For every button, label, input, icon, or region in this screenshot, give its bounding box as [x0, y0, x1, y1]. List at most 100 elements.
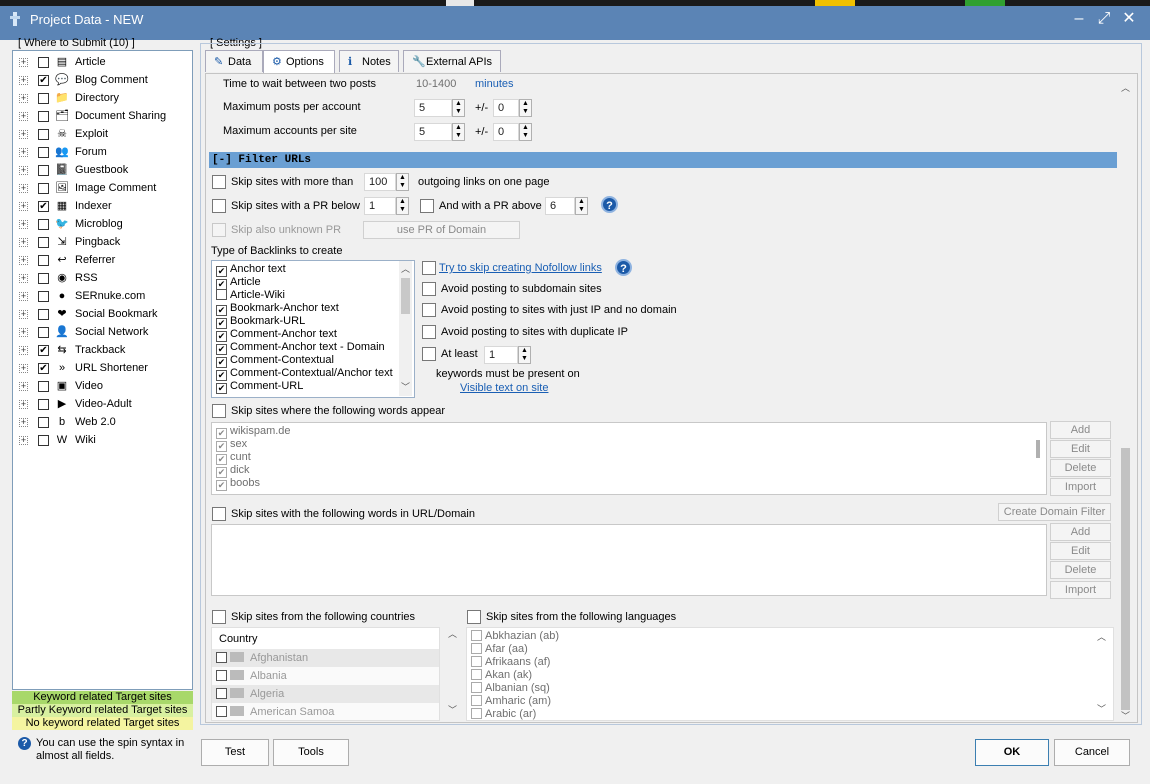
backlinks-list[interactable]: ✔ Anchor text ✔ Article Article-Wiki ✔ Bookmar… — [211, 260, 415, 398]
skip-pr-input[interactable]: 1 — [364, 197, 396, 215]
tree-item[interactable]: + 📁 Directory — [13, 90, 193, 108]
word-checkbox[interactable]: ✔ — [216, 480, 227, 491]
backlink-checkbox[interactable] — [216, 289, 227, 300]
language-item[interactable]: Afar (aa) — [471, 643, 528, 656]
expand-icon[interactable]: + — [19, 76, 28, 85]
tree-item-checkbox[interactable] — [38, 237, 49, 248]
backlink-item[interactable]: ✔ Bookmark-Anchor text — [216, 302, 339, 316]
tree-item-checkbox[interactable] — [38, 273, 49, 284]
skip-more-checkbox[interactable] — [212, 175, 226, 189]
language-item[interactable]: Abkhazian (ab) — [471, 630, 559, 643]
tree-item[interactable]: + ✔ ▦ Indexer — [13, 198, 193, 216]
country-checkbox[interactable] — [216, 688, 227, 699]
words-scroll-thumb[interactable] — [1036, 440, 1040, 458]
language-checkbox[interactable] — [471, 682, 482, 693]
country-checkbox[interactable] — [216, 652, 227, 663]
word-item[interactable]: ✔ dick — [216, 464, 250, 478]
expand-icon[interactable]: + — [19, 256, 28, 265]
tree-item-checkbox[interactable] — [38, 93, 49, 104]
country-column-header[interactable]: Country — [219, 633, 258, 645]
tree-item[interactable]: + b Web 2.0 — [13, 414, 193, 432]
tree-item[interactable]: + 📓 Guestbook — [13, 162, 193, 180]
wait-value[interactable]: 10-1400 — [416, 78, 456, 90]
expand-icon[interactable]: + — [19, 274, 28, 283]
options-scroll-thumb[interactable] — [1121, 448, 1130, 710]
skip-url-list[interactable] — [211, 524, 1047, 596]
create-domain-filter-button[interactable]: Create Domain Filter — [998, 503, 1111, 521]
word-item[interactable]: ✔ wikispam.de — [216, 425, 291, 439]
expand-icon[interactable]: + — [19, 292, 28, 301]
tree-item-checkbox[interactable] — [38, 111, 49, 122]
tree-item-checkbox[interactable] — [38, 309, 49, 320]
avoid-subdomain-checkbox[interactable] — [422, 282, 436, 296]
word-item[interactable]: ✔ sex — [216, 438, 247, 452]
tab-data[interactable]: ✎ Data — [205, 50, 263, 72]
countries-list[interactable]: Country Afghanistan Albania Algeria America… — [211, 627, 440, 721]
countries-scroll-up-icon[interactable]: ︿ — [446, 628, 459, 640]
tab-external-apis[interactable]: 🔧External APIs — [403, 50, 501, 72]
expand-icon[interactable]: + — [19, 112, 28, 121]
visible-text-link[interactable]: Visible text on site — [460, 382, 548, 394]
max-accounts-pm-input[interactable]: 0 — [493, 123, 519, 141]
tree-item[interactable]: + ▣ Video — [13, 378, 193, 396]
skip-url-checkbox[interactable] — [212, 507, 226, 521]
tree-item[interactable]: + ▤ Article — [13, 54, 193, 72]
word-item[interactable]: ✔ cunt — [216, 451, 251, 465]
tree-item[interactable]: + ✔ ⇆ Trackback — [13, 342, 193, 360]
nofollow-link[interactable]: Try to skip creating Nofollow links — [439, 262, 602, 274]
language-checkbox[interactable] — [471, 630, 482, 641]
word-item[interactable]: ✔ boobs — [216, 477, 260, 491]
tree-item[interactable]: + ☠ Exploit — [13, 126, 193, 144]
expand-icon[interactable]: + — [19, 310, 28, 319]
max-posts-spinner[interactable]: ▲ ▼ — [452, 99, 465, 117]
tree-item[interactable]: + ▶ Video-Adult — [13, 396, 193, 414]
tab-options[interactable]: ⚙ Options — [263, 50, 335, 73]
tree-item-checkbox[interactable] — [38, 165, 49, 176]
avoid-ip-checkbox[interactable] — [422, 303, 436, 317]
tree-item-checkbox[interactable] — [38, 219, 49, 230]
tools-button[interactable]: Tools — [273, 739, 349, 766]
skip-more-spinner[interactable]: ▲ ▼ — [396, 173, 409, 191]
skip-languages-checkbox[interactable] — [467, 610, 481, 624]
tree-item-checkbox[interactable] — [38, 183, 49, 194]
words-delete-button[interactable]: Delete — [1050, 459, 1111, 477]
tree-item-checkbox[interactable] — [38, 417, 49, 428]
backlink-item[interactable]: Article-Wiki — [216, 289, 285, 302]
backlink-item[interactable]: ✔ Anchor text — [216, 263, 286, 277]
tree-item-checkbox[interactable]: ✔ — [38, 363, 49, 374]
country-item[interactable]: Afghanistan — [212, 649, 439, 667]
expand-icon[interactable]: + — [19, 346, 28, 355]
skip-more-input[interactable]: 100 — [364, 173, 396, 191]
pr-above-spinner[interactable]: ▲ ▼ — [575, 197, 588, 215]
url-delete-button[interactable]: Delete — [1050, 561, 1111, 579]
language-item[interactable]: Amharic (am) — [471, 695, 551, 708]
language-checkbox[interactable] — [471, 695, 482, 706]
language-checkbox[interactable] — [471, 708, 482, 719]
skip-countries-checkbox[interactable] — [212, 610, 226, 624]
tree-item-checkbox[interactable] — [38, 57, 49, 68]
tree-item-checkbox[interactable] — [38, 399, 49, 410]
use-pr-of-domain-button[interactable]: use PR of Domain — [363, 221, 520, 239]
max-posts-input[interactable]: 5 — [414, 99, 452, 117]
max-posts-pm-input[interactable]: 0 — [493, 99, 519, 117]
backlink-item[interactable]: ✔ Comment-Contextual — [216, 354, 334, 368]
tree-item[interactable]: + ⇲ Pingback — [13, 234, 193, 252]
tree-item[interactable]: + 👤 Social Network — [13, 324, 193, 342]
max-posts-pm-spinner[interactable]: ▲ ▼ — [519, 99, 532, 117]
language-checkbox[interactable] — [471, 656, 482, 667]
languages-scroll-down-icon[interactable]: ﹀ — [1095, 703, 1108, 715]
expand-icon[interactable]: + — [19, 436, 28, 445]
avoid-dup-ip-checkbox[interactable] — [422, 325, 436, 339]
backlinks-scroll-thumb[interactable] — [401, 278, 410, 314]
backlink-item[interactable]: ✔ Bookmark-URL — [216, 315, 305, 329]
tree-item[interactable]: + ◉ RSS — [13, 270, 193, 288]
scroll-down-icon[interactable]: ﹀ — [399, 381, 412, 393]
expand-icon[interactable]: + — [19, 202, 28, 211]
language-item[interactable]: Afrikaans (af) — [471, 656, 550, 669]
tree-item[interactable]: + ● SERnuke.com — [13, 288, 193, 306]
test-button[interactable]: Test — [201, 739, 269, 766]
expand-icon[interactable]: + — [19, 220, 28, 229]
country-checkbox[interactable] — [216, 706, 227, 717]
tree-item-checkbox[interactable]: ✔ — [38, 345, 49, 356]
expand-icon[interactable]: + — [19, 328, 28, 337]
